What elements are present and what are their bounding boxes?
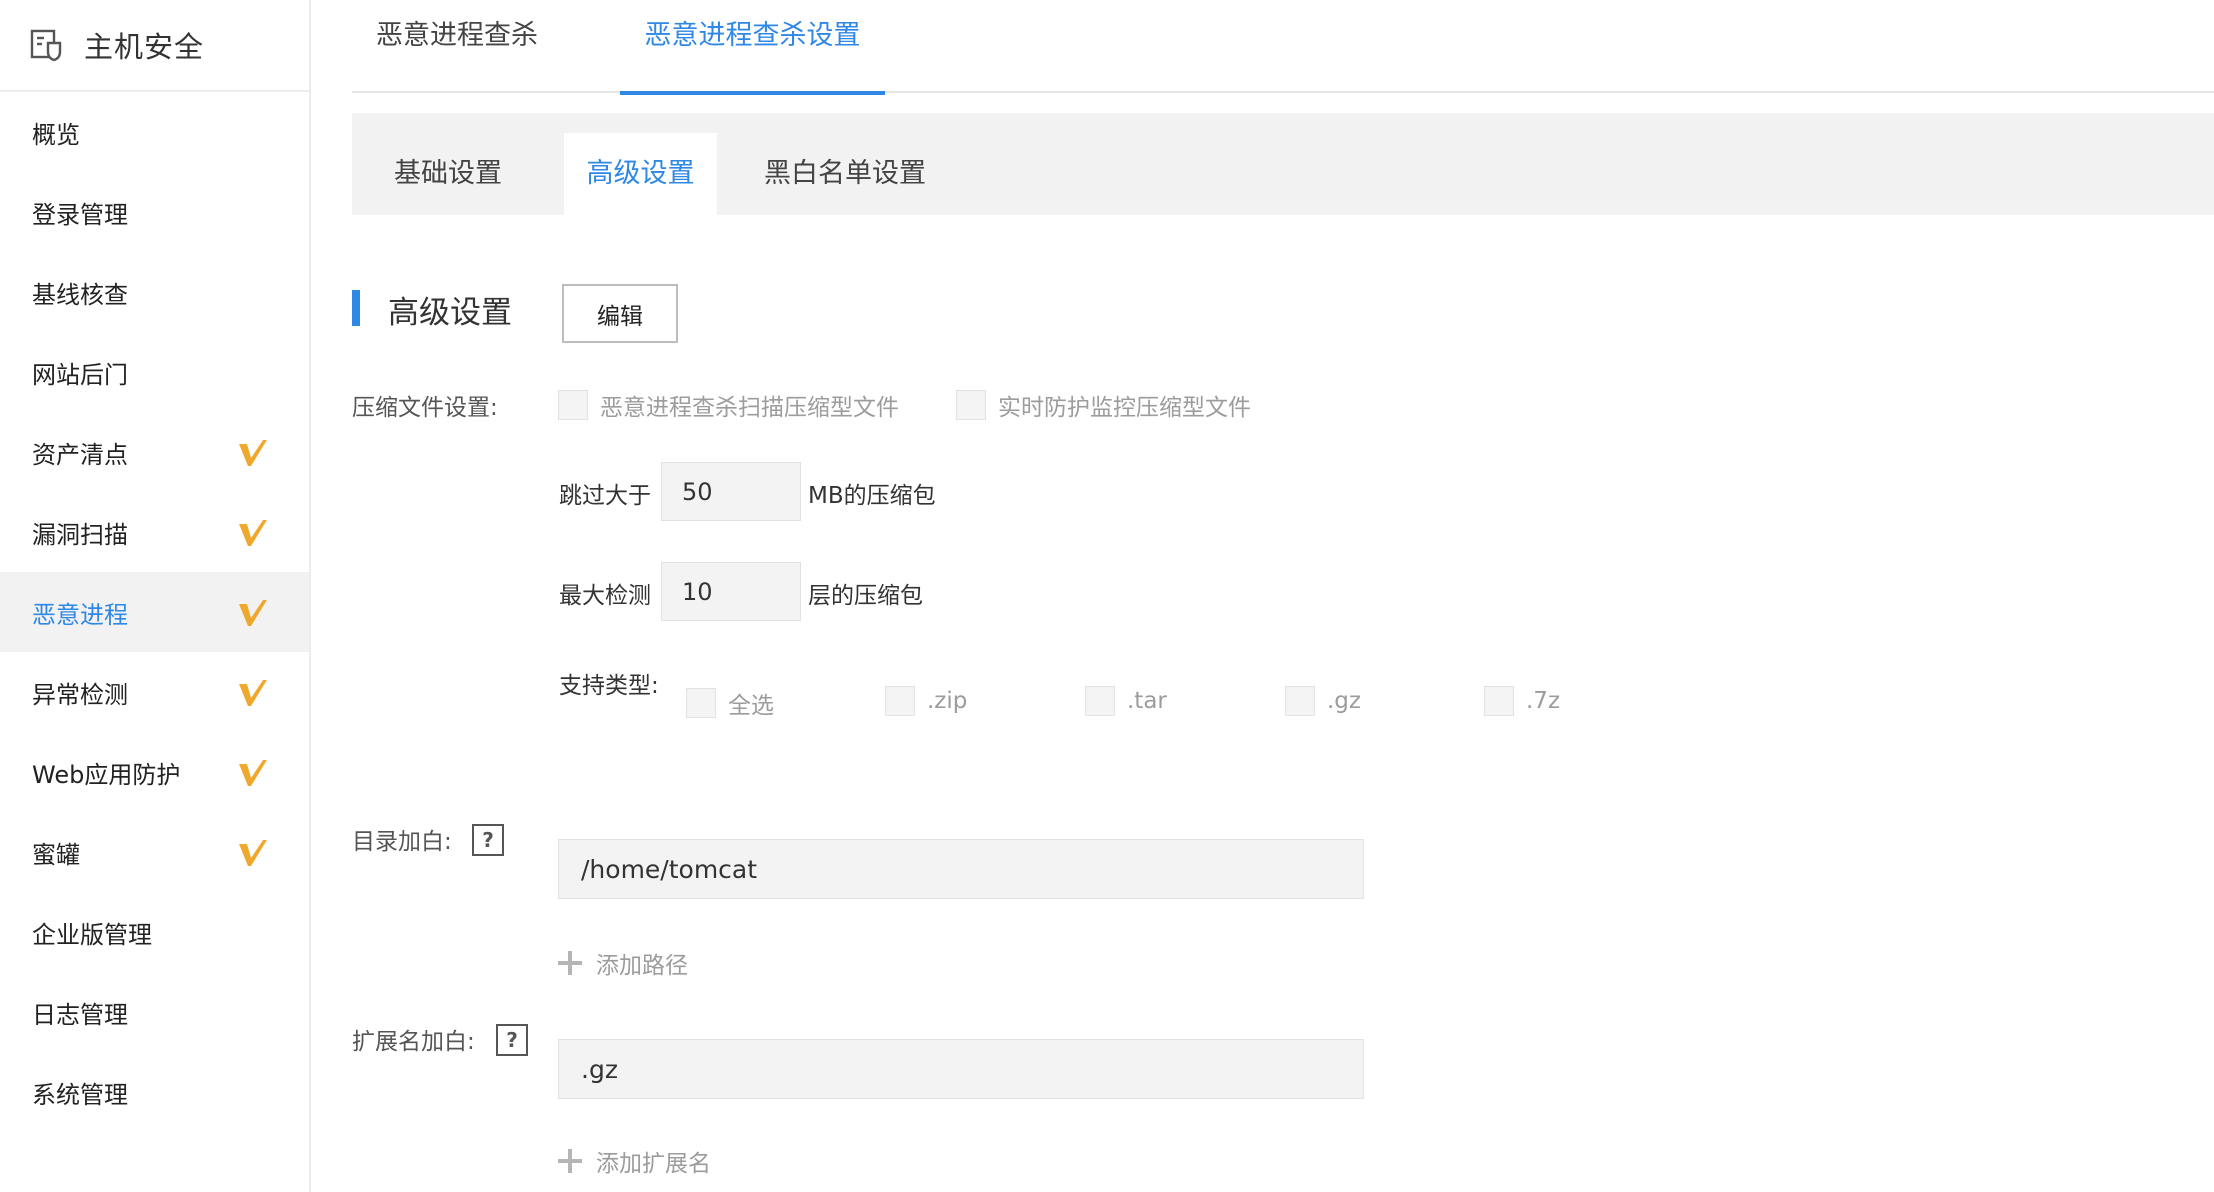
sidebar-item-anomaly-detection[interactable]: 异常检测 bbox=[0, 652, 309, 732]
max-depth-suffix: 层的压缩包 bbox=[808, 583, 923, 609]
add-extension-label: 添加扩展名 bbox=[596, 1151, 711, 1177]
dir-whitelist-label: 目录加白: bbox=[352, 829, 452, 855]
type-zip-checkbox[interactable] bbox=[885, 686, 915, 716]
type-tar-label: .tar bbox=[1127, 688, 1167, 714]
sidebar-item-asset-inventory[interactable]: 资产清点 bbox=[0, 412, 309, 492]
add-path-link[interactable]: 添加路径 bbox=[558, 946, 688, 980]
type-zip-option[interactable]: .zip bbox=[885, 686, 967, 716]
sidebar-item-baseline-check[interactable]: 基线核查 bbox=[0, 252, 309, 332]
dir-whitelist-path-input[interactable] bbox=[558, 839, 1364, 899]
sidebar-item-label: 日志管理 bbox=[32, 1000, 128, 1029]
vip-badge-icon bbox=[239, 520, 267, 546]
realtime-compressed-label: 实时防护监控压缩型文件 bbox=[998, 395, 1251, 421]
sidebar-nav: 概览 登录管理 基线核查 网站后门 资产清点 漏洞扫描 恶意进程 异常检测 We… bbox=[0, 92, 309, 1132]
tab-malicious-process-scan-settings[interactable]: 恶意进程查杀设置 bbox=[620, 0, 885, 95]
type-select-all-checkbox[interactable] bbox=[686, 688, 716, 718]
sidebar-item-vulnerability-scan[interactable]: 漏洞扫描 bbox=[0, 492, 309, 572]
max-depth-prefix: 最大检测 bbox=[559, 583, 651, 609]
plus-icon bbox=[558, 1149, 582, 1173]
section-title-marker bbox=[352, 290, 360, 326]
skip-size-prefix: 跳过大于 bbox=[559, 483, 651, 509]
subtab-basic-settings[interactable]: 基础设置 bbox=[352, 133, 544, 215]
sidebar-item-label: 网站后门 bbox=[32, 360, 128, 389]
subtab-advanced-settings[interactable]: 高级设置 bbox=[564, 133, 717, 215]
plus-icon bbox=[558, 951, 582, 975]
subtab-blackwhite-list-settings[interactable]: 黑白名单设置 bbox=[742, 133, 948, 215]
sidebar-item-label: 异常检测 bbox=[32, 680, 128, 709]
host-security-icon bbox=[30, 29, 62, 62]
scan-compressed-option[interactable]: 恶意进程查杀扫描压缩型文件 bbox=[558, 388, 899, 422]
scan-compressed-label: 恶意进程查杀扫描压缩型文件 bbox=[600, 395, 899, 421]
vip-badge-icon bbox=[239, 680, 267, 706]
sidebar-item-label: 概览 bbox=[32, 120, 80, 149]
top-tabs: 恶意进程查杀 恶意进程查杀设置 bbox=[352, 0, 2214, 95]
sidebar-item-label: 蜜罐 bbox=[32, 840, 80, 869]
sidebar-item-label: Web应用防护 bbox=[32, 760, 181, 789]
sidebar-item-malicious-process[interactable]: 恶意进程 bbox=[0, 572, 309, 652]
type-gz-option[interactable]: .gz bbox=[1285, 686, 1361, 716]
ext-whitelist-help-icon[interactable]: ? bbox=[496, 1024, 528, 1056]
sidebar-title: 主机安全 bbox=[84, 30, 205, 64]
skip-size-suffix: MB的压缩包 bbox=[808, 483, 936, 509]
sidebar-item-overview[interactable]: 概览 bbox=[0, 92, 309, 172]
sidebar-item-webshell[interactable]: 网站后门 bbox=[0, 332, 309, 412]
vip-badge-icon bbox=[239, 600, 267, 626]
sidebar-item-label: 漏洞扫描 bbox=[32, 520, 128, 549]
ext-whitelist-input[interactable] bbox=[558, 1039, 1364, 1099]
scan-compressed-checkbox[interactable] bbox=[558, 390, 588, 420]
add-extension-link[interactable]: 添加扩展名 bbox=[558, 1144, 711, 1178]
type-select-all-label: 全选 bbox=[728, 693, 774, 719]
sidebar-item-label: 恶意进程 bbox=[32, 600, 128, 629]
vip-badge-icon bbox=[239, 840, 267, 866]
sidebar-item-enterprise-management[interactable]: 企业版管理 bbox=[0, 892, 309, 972]
add-path-label: 添加路径 bbox=[596, 953, 688, 979]
main-content: 恶意进程查杀 恶意进程查杀设置 基础设置 高级设置 黑白名单设置 高级设置 编辑… bbox=[311, 0, 2214, 1192]
sub-tabs: 基础设置 高级设置 黑白名单设置 bbox=[352, 113, 2214, 215]
sidebar-item-label: 企业版管理 bbox=[32, 920, 152, 949]
tab-malicious-process-scan[interactable]: 恶意进程查杀 bbox=[352, 0, 562, 93]
section-title: 高级设置 bbox=[388, 295, 512, 331]
sidebar-item-label: 系统管理 bbox=[32, 1080, 128, 1109]
sidebar-item-label: 基线核查 bbox=[32, 280, 128, 309]
type-gz-label: .gz bbox=[1327, 688, 1361, 714]
type-7z-checkbox[interactable] bbox=[1484, 686, 1514, 716]
supported-types-label: 支持类型: bbox=[559, 673, 659, 699]
sidebar-item-web-app-protection[interactable]: Web应用防护 bbox=[0, 732, 309, 812]
sidebar-item-honeypot[interactable]: 蜜罐 bbox=[0, 812, 309, 892]
realtime-compressed-checkbox[interactable] bbox=[956, 390, 986, 420]
sidebar-item-system-management[interactable]: 系统管理 bbox=[0, 1052, 309, 1132]
ext-whitelist-label: 扩展名加白: bbox=[352, 1029, 475, 1055]
sidebar-item-log-management[interactable]: 日志管理 bbox=[0, 972, 309, 1052]
type-zip-label: .zip bbox=[927, 688, 968, 714]
vip-badge-icon bbox=[239, 440, 267, 466]
dir-whitelist-help-icon[interactable]: ? bbox=[472, 824, 504, 856]
vip-badge-icon bbox=[239, 760, 267, 786]
type-select-all-option[interactable]: 全选 bbox=[686, 686, 774, 720]
realtime-compressed-option[interactable]: 实时防护监控压缩型文件 bbox=[956, 388, 1251, 422]
type-tar-checkbox[interactable] bbox=[1085, 686, 1115, 716]
sidebar-item-label: 登录管理 bbox=[32, 200, 128, 229]
max-depth-input[interactable] bbox=[661, 562, 801, 621]
edit-button[interactable]: 编辑 bbox=[562, 284, 678, 343]
type-gz-checkbox[interactable] bbox=[1285, 686, 1315, 716]
type-7z-label: .7z bbox=[1526, 688, 1561, 714]
sidebar-item-login-management[interactable]: 登录管理 bbox=[0, 172, 309, 252]
sidebar: 主机安全 概览 登录管理 基线核查 网站后门 资产清点 漏洞扫描 恶意进程 异常… bbox=[0, 0, 311, 1192]
sidebar-item-label: 资产清点 bbox=[32, 440, 128, 469]
type-tar-option[interactable]: .tar bbox=[1085, 686, 1167, 716]
compress-settings-label: 压缩文件设置: bbox=[352, 395, 498, 421]
type-7z-option[interactable]: .7z bbox=[1484, 686, 1560, 716]
skip-size-input[interactable] bbox=[661, 462, 801, 521]
sidebar-header: 主机安全 bbox=[0, 0, 309, 92]
